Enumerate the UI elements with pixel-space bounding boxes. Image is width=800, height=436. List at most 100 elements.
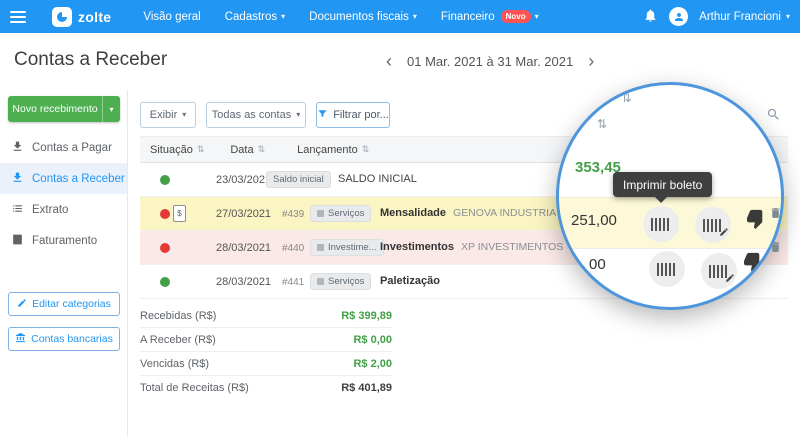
summary-label: Total de Receitas (R$) <box>140 382 249 394</box>
sidebar-menu: Contas a Pagar Contas a Receber Extrato … <box>0 132 127 256</box>
column-header-situacao[interactable]: Situação ⇅ <box>150 144 204 156</box>
row-subtitle: GENOVA INDUSTRIA ... <box>453 207 567 219</box>
chevron-down-icon: ▾ <box>535 13 539 21</box>
row-title-main: Paletização <box>380 275 440 287</box>
barcode-icon <box>657 263 677 276</box>
row-date: 23/03/2021 <box>216 174 271 186</box>
navbar-right: Arthur Francioni ▾ <box>643 7 800 26</box>
edit-boleto-button[interactable] <box>701 253 737 289</box>
download-tray-icon <box>11 171 24 187</box>
chevron-down-icon[interactable]: ▾ <box>102 96 120 122</box>
category-label: Investime... <box>328 242 377 253</box>
row-title: SALDO INICIAL <box>338 173 417 185</box>
row-date: 28/03/2021 <box>216 242 271 254</box>
status-dot-paid <box>160 175 170 185</box>
bank-icon <box>15 332 26 346</box>
category-label: Serviços <box>328 208 364 219</box>
invoice-doc-icon[interactable]: $ <box>173 205 186 222</box>
status-dot-overdue <box>160 243 170 253</box>
edit-boleto-button[interactable] <box>695 207 731 243</box>
pencil-icon <box>17 298 27 311</box>
row-date: 27/03/2021 <box>216 208 271 220</box>
next-period-icon[interactable]: › <box>588 52 594 70</box>
chevron-down-icon: ▾ <box>182 111 186 119</box>
sidebar-item-contas-a-pagar[interactable]: Contas a Pagar <box>0 132 127 163</box>
avatar[interactable] <box>669 7 688 26</box>
summary-label: A Receber (R$) <box>140 334 216 346</box>
sidebar-item-label: Contas a Receber <box>32 173 125 185</box>
status-dot-overdue <box>160 209 170 219</box>
chevron-down-icon: ▾ <box>296 111 300 119</box>
list-icon <box>11 202 24 218</box>
sort-icon[interactable]: ⇅ <box>197 144 205 155</box>
summary-value: R$ 399,89 <box>341 310 392 322</box>
nav-item-label: Documentos fiscais <box>309 11 409 23</box>
tag-icon <box>317 244 324 251</box>
column-header-lancamento[interactable]: Lançamento ⇅ <box>297 144 369 156</box>
row-number: #440 <box>282 243 304 254</box>
pencil-icon <box>725 272 735 286</box>
search-icon[interactable] <box>766 107 784 125</box>
summary-row-a-receber: A Receber (R$) R$ 0,00 <box>140 328 392 352</box>
summary-value: R$ 2,00 <box>353 358 392 370</box>
new-receipt-button[interactable]: Novo recebimento ▾ <box>8 96 120 122</box>
accounts-filter-button[interactable]: Todas as contas ▾ <box>206 102 306 128</box>
summary-row-total: Total de Receitas (R$) R$ 401,89 <box>140 376 392 400</box>
notifications-icon[interactable] <box>643 8 658 26</box>
sort-icon[interactable]: ⇅ <box>258 144 266 155</box>
brand-logo[interactable]: zolte <box>52 7 111 27</box>
magnifier-lens: ⇅ ⇅ 353,45 Imprimir boleto 251,00 00 <box>556 82 784 310</box>
nav-item-financeiro[interactable]: Financeiro Novo ▾ <box>441 10 539 23</box>
brand-name: zolte <box>78 9 111 25</box>
edit-categories-label: Editar categorias <box>32 298 111 310</box>
summary-label: Vencidas (R$) <box>140 358 209 370</box>
thumbs-down-icon[interactable] <box>743 250 766 276</box>
column-label: Lançamento <box>297 144 358 156</box>
summary-row-vencidas: Vencidas (R$) R$ 2,00 <box>140 352 392 376</box>
user-menu[interactable]: Arthur Francioni ▾ <box>699 11 790 23</box>
top-navbar: zolte Visão geral Cadastros ▾ Documentos… <box>0 0 800 33</box>
filter-button[interactable]: Filtrar por... <box>316 102 390 128</box>
barcode-icon <box>651 218 671 231</box>
delete-icon[interactable] <box>769 240 783 255</box>
bank-accounts-button[interactable]: Contas bancarias <box>8 327 120 351</box>
accounts-filter-label: Todas as contas <box>212 109 292 121</box>
tooltip-imprimir-boleto: Imprimir boleto <box>613 172 712 197</box>
sidebar-item-label: Contas a Pagar <box>32 142 112 154</box>
summary-label: Recebidas (R$) <box>140 310 216 322</box>
category-label: Saldo inicial <box>273 174 324 185</box>
print-boleto-button[interactable] <box>649 251 685 287</box>
pencil-icon <box>719 226 729 240</box>
summary-row-recebidas: Recebidas (R$) R$ 399,89 <box>140 304 392 328</box>
category-label: Serviços <box>328 276 364 287</box>
sort-icon: ⇅ <box>621 90 632 106</box>
nav-item-label: Cadastros <box>225 11 277 23</box>
sidebar-item-faturamento[interactable]: Faturamento <box>0 225 127 256</box>
delete-icon[interactable] <box>769 206 783 221</box>
sidebar-item-contas-a-receber[interactable]: Contas a Receber <box>0 163 127 194</box>
nav-item-visao-geral[interactable]: Visão geral <box>143 11 200 23</box>
menu-icon[interactable] <box>10 11 26 23</box>
row-subtitle: XP INVESTIMENTOS <box>461 241 563 253</box>
column-header-data[interactable]: Data ⇅ <box>230 144 265 156</box>
edit-categories-button[interactable]: Editar categorias <box>8 292 120 316</box>
sort-icon[interactable]: ⇅ <box>362 144 370 155</box>
tooltip-arrow <box>655 197 667 209</box>
column-label: Data <box>230 144 253 156</box>
sidebar-item-extrato[interactable]: Extrato <box>0 194 127 225</box>
show-button[interactable]: Exibir ▾ <box>140 102 196 128</box>
thumbs-down-icon[interactable] <box>746 207 769 233</box>
new-receipt-label: Novo recebimento <box>8 103 102 115</box>
prev-period-icon[interactable]: ‹ <box>386 52 392 70</box>
date-range-label: 01 Mar. 2021 à 31 Mar. 2021 <box>407 54 573 69</box>
page-title: Contas a Receber <box>14 49 167 71</box>
sidebar-item-label: Faturamento <box>32 235 97 247</box>
summary-value: R$ 0,00 <box>353 334 392 346</box>
nav-item-label: Financeiro <box>441 11 495 23</box>
nav-item-cadastros[interactable]: Cadastros ▾ <box>225 11 285 23</box>
row-title-main: Mensalidade <box>380 207 446 219</box>
nav-item-documentos-fiscais[interactable]: Documentos fiscais ▾ <box>309 11 417 23</box>
category-badge: Investime... <box>310 239 384 256</box>
category-badge: Saldo inicial <box>266 171 331 188</box>
print-boleto-button[interactable] <box>643 206 679 242</box>
